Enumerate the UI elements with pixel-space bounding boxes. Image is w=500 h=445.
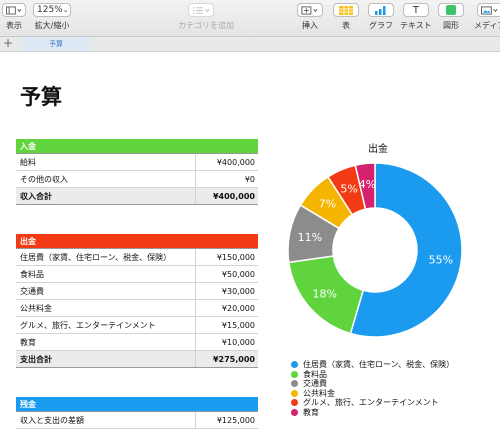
legend-item: 公共料金 <box>291 389 454 399</box>
slice-data-label: 7% <box>319 198 336 211</box>
legend-item: 食料品 <box>291 370 454 380</box>
chart-legend: 住居費（家賃、住宅ローン、税金、保険） 食料品 交通費 公共料金 グルメ、旅行、エンター… <box>291 360 454 417</box>
legend-swatch <box>291 361 298 369</box>
legend-item: 教育 <box>291 408 454 418</box>
legend-swatch <box>291 389 298 397</box>
slice-data-label: 18% <box>313 288 337 301</box>
legend-label: 住居費（家賃、住宅ローン、税金、保険） <box>303 360 455 369</box>
legend-label: 教育 <box>303 407 319 417</box>
legend-label: 交通費 <box>303 379 327 388</box>
legend-swatch <box>291 408 298 416</box>
legend-item: 交通費 <box>291 379 454 389</box>
slice-data-label: 11% <box>298 231 322 244</box>
legend-swatch <box>291 399 298 407</box>
legend-label: 公共料金 <box>303 388 335 398</box>
legend-swatch <box>291 380 298 388</box>
legend-item: 住居費（家賃、住宅ローン、税金、保険） <box>291 360 454 370</box>
slice-data-label: 55% <box>429 253 453 266</box>
legend-label: 食料品 <box>303 369 327 379</box>
legend-label: グルメ、旅行、エンターテインメント <box>303 398 439 407</box>
slice-data-label: 4% <box>359 178 376 191</box>
slice-data-label: 5% <box>340 183 357 196</box>
legend-swatch <box>291 370 298 378</box>
legend-item: グルメ、旅行、エンターテインメント <box>291 398 454 408</box>
